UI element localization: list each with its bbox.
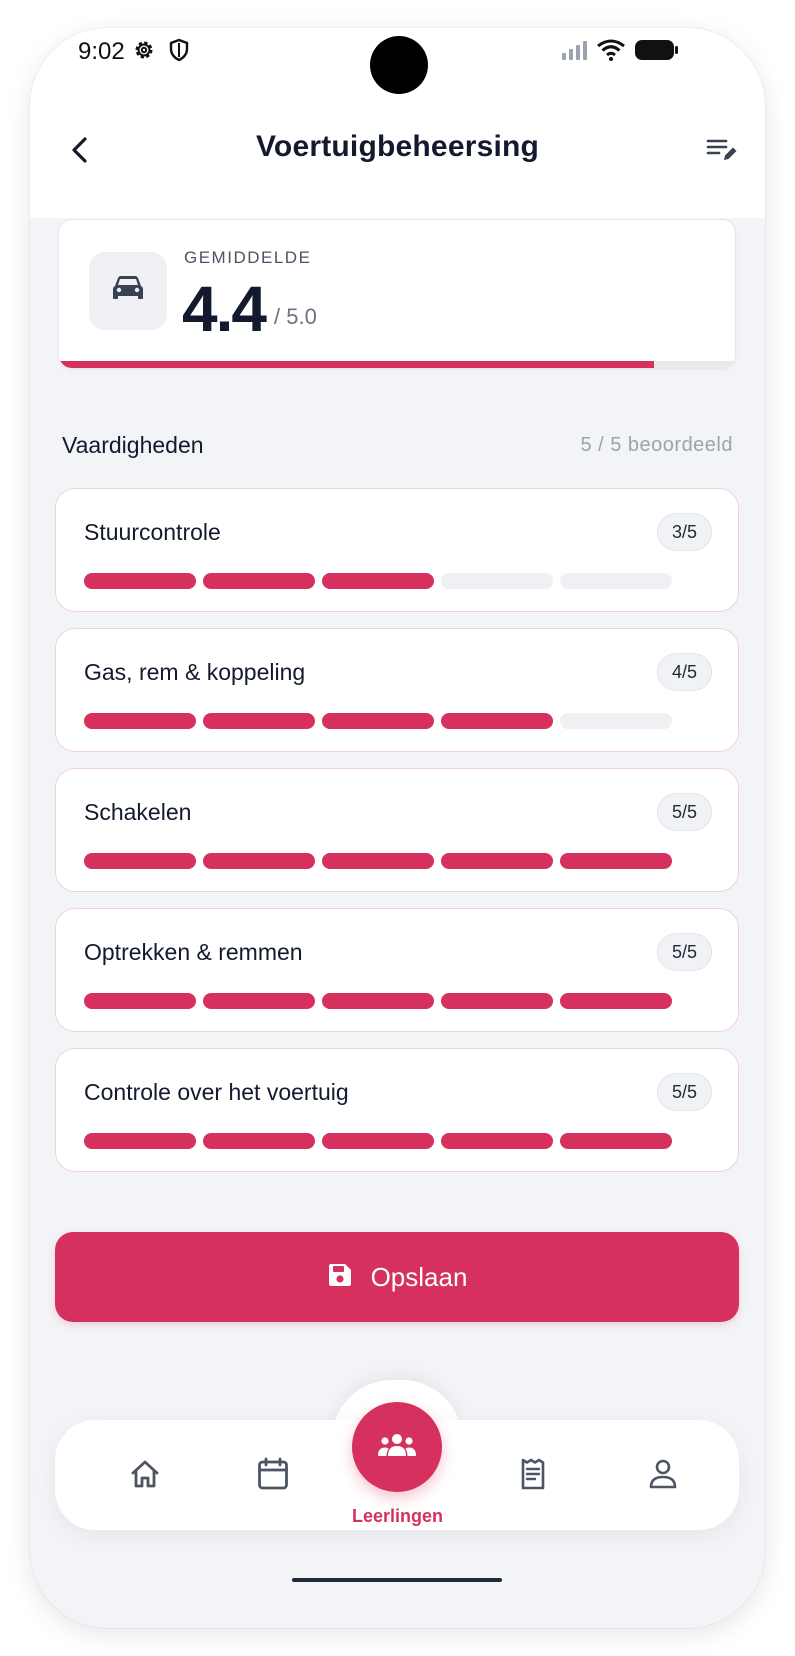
user-icon xyxy=(648,1458,678,1495)
rating-segment-5[interactable] xyxy=(560,993,672,1009)
calendar-icon xyxy=(257,1457,289,1496)
skills-rated-count: 5 / 5 beoordeeld xyxy=(580,434,733,456)
rating-segment-2[interactable] xyxy=(203,993,315,1009)
status-time: 9:02 xyxy=(78,38,125,65)
users-icon xyxy=(377,1432,417,1463)
rating-segment-2[interactable] xyxy=(203,853,315,869)
skills-section-title: Vaardigheden xyxy=(62,432,204,458)
camera-cutout xyxy=(370,36,428,94)
nav-receipts[interactable] xyxy=(509,1454,557,1498)
edit-list-icon xyxy=(706,136,738,169)
skill-rating-bar xyxy=(84,573,672,589)
rating-segment-2[interactable] xyxy=(203,713,315,729)
skill-card[interactable]: Optrekken & remmen 5/5 xyxy=(55,908,739,1032)
rating-segment-5[interactable] xyxy=(560,1133,672,1149)
signal-icon xyxy=(560,38,590,67)
rating-segment-4[interactable] xyxy=(441,1133,553,1149)
save-button[interactable]: Opslaan xyxy=(55,1232,739,1322)
nav-students-label: Leerlingen xyxy=(351,1506,444,1526)
home-icon xyxy=(129,1459,161,1494)
skill-card[interactable]: Schakelen 5/5 xyxy=(55,768,739,892)
car-icon xyxy=(111,274,145,309)
rating-segment-2[interactable] xyxy=(203,1133,315,1149)
rating-segment-5[interactable] xyxy=(560,853,672,869)
rating-segment-3[interactable] xyxy=(322,713,434,729)
rating-segment-1[interactable] xyxy=(84,993,196,1009)
nav-home[interactable] xyxy=(121,1454,169,1498)
nav-profile[interactable] xyxy=(639,1454,687,1498)
rating-segment-3[interactable] xyxy=(322,993,434,1009)
rating-segment-1[interactable] xyxy=(84,1133,196,1149)
nav-calendar[interactable] xyxy=(249,1454,297,1498)
home-indicator xyxy=(292,1578,502,1582)
average-label: GEMIDDELDE xyxy=(184,248,312,267)
receipt-icon xyxy=(518,1457,548,1496)
wifi-icon xyxy=(596,38,626,67)
skill-name: Optrekken & remmen xyxy=(84,939,303,965)
settings-gear-icon xyxy=(132,38,156,67)
skill-name: Schakelen xyxy=(84,799,192,825)
average-score-card: GEMIDDELDE 4.4 / 5.0 xyxy=(58,219,736,369)
skill-score-badge: 4/5 xyxy=(656,653,712,691)
skill-card[interactable]: Stuurcontrole 3/5 xyxy=(55,488,739,612)
status-bar: 9:02 xyxy=(30,28,765,106)
rating-segment-5[interactable] xyxy=(560,713,672,729)
app-header: Voertuigbeheersing xyxy=(30,106,765,218)
average-value: 4.4 xyxy=(182,273,267,345)
skill-rating-bar xyxy=(84,1133,672,1149)
skill-card[interactable]: Gas, rem & koppeling 4/5 xyxy=(55,628,739,752)
rating-segment-2[interactable] xyxy=(203,573,315,589)
save-floppy-icon xyxy=(327,1262,353,1293)
phone-frame: 9:02 Voertuigbeheersing GEMIDDELDE 4.4 /… xyxy=(30,28,765,1628)
rating-segment-3[interactable] xyxy=(322,853,434,869)
skill-score-badge: 3/5 xyxy=(656,513,712,551)
skill-name: Controle over het voertuig xyxy=(84,1079,349,1105)
skill-card[interactable]: Controle over het voertuig 5/5 xyxy=(55,1048,739,1172)
nav-students[interactable] xyxy=(352,1402,442,1492)
skill-rating-bar xyxy=(84,993,672,1009)
rating-segment-5[interactable] xyxy=(560,573,672,589)
skill-score-badge: 5/5 xyxy=(656,1073,712,1111)
rating-segment-1[interactable] xyxy=(84,853,196,869)
average-progress-track xyxy=(59,361,735,368)
shield-icon xyxy=(168,38,190,67)
average-max: / 5.0 xyxy=(274,304,317,329)
rating-segment-1[interactable] xyxy=(84,573,196,589)
skill-name: Gas, rem & koppeling xyxy=(84,659,306,685)
rating-segment-3[interactable] xyxy=(322,573,434,589)
skill-score-badge: 5/5 xyxy=(656,933,712,971)
skill-rating-bar xyxy=(84,713,672,729)
rating-segment-1[interactable] xyxy=(84,713,196,729)
rating-segment-3[interactable] xyxy=(322,1133,434,1149)
rating-segment-4[interactable] xyxy=(441,713,553,729)
skill-rating-bar xyxy=(84,853,672,869)
skill-score-badge: 5/5 xyxy=(656,793,712,831)
skill-name: Stuurcontrole xyxy=(84,519,221,545)
save-button-label: Opslaan xyxy=(370,1261,468,1292)
car-icon-tile xyxy=(89,252,167,330)
rating-segment-4[interactable] xyxy=(441,853,553,869)
rating-segment-4[interactable] xyxy=(441,993,553,1009)
skills-list: Stuurcontrole 3/5 Gas, rem & koppeling 4/5 S… xyxy=(55,488,739,1188)
edit-notes-button[interactable] xyxy=(702,132,742,172)
average-progress-fill xyxy=(59,361,654,368)
battery-icon xyxy=(634,38,680,67)
rating-segment-4[interactable] xyxy=(441,573,553,589)
page-title: Voertuigbeheersing xyxy=(255,130,540,163)
